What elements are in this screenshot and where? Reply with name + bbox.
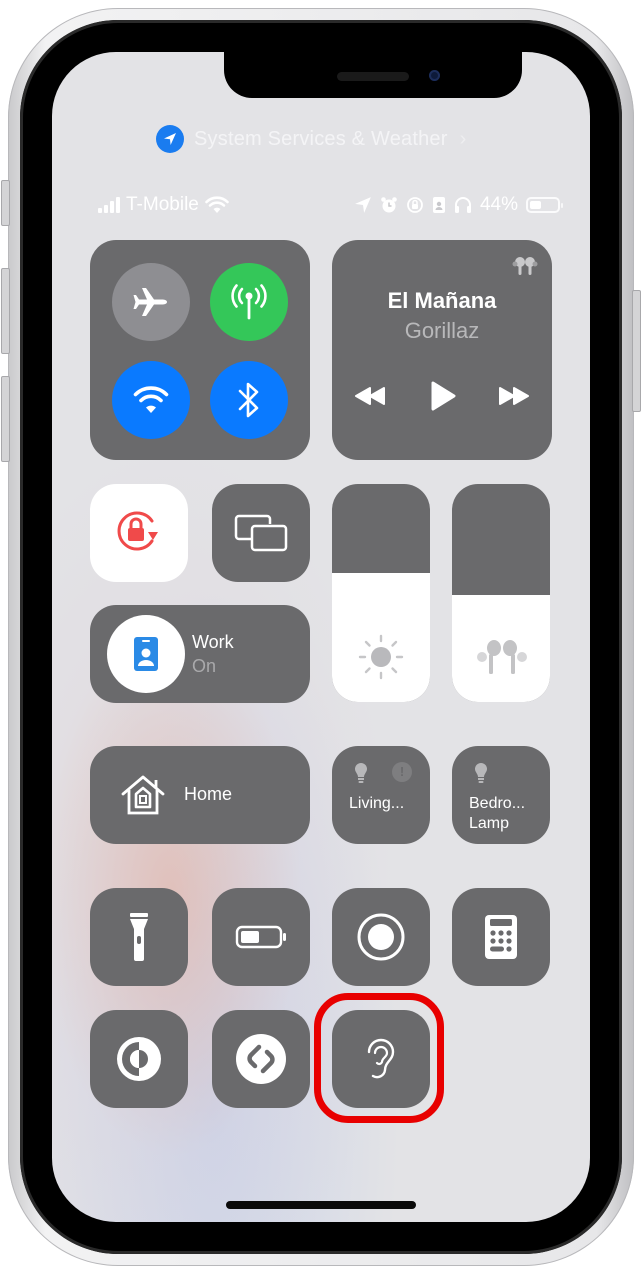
notch [224,52,522,98]
headphones-icon [454,197,471,213]
battery-low-power-icon [235,925,286,949]
orientation-lock-icon [117,511,158,551]
wifi-toggle[interactable] [112,361,190,439]
bluetooth-icon [238,382,259,418]
connectivity-module [90,240,310,460]
calculator-button[interactable] [452,888,550,986]
home-button[interactable]: Home [90,746,310,844]
mute-switch [1,180,10,226]
side-button [632,290,641,412]
screen-mirroring-icon [234,514,288,552]
battery-level [530,201,541,209]
battery-icon [526,197,563,213]
calculator-icon [485,915,517,959]
wifi-status-icon [205,196,229,213]
accessory-bedroom-lamp[interactable]: Bedro... Lamp [452,746,550,844]
alert-icon: ! [392,762,412,782]
artist-name: Gorillaz [404,318,480,343]
battery-percent: 44% [479,194,518,215]
accessory-living-room[interactable]: ! Living... [332,746,430,844]
screen-mirroring-button[interactable] [212,484,310,582]
screen-recording-button[interactable] [332,888,430,986]
chevron-right-icon: › [459,127,467,150]
orientation-lock-toggle[interactable] [90,484,188,582]
shazam-button[interactable] [212,1010,310,1108]
fast-forward-button[interactable] [498,386,530,406]
low-power-mode-button[interactable] [212,888,310,986]
volume-down-button [1,376,10,462]
front-camera [429,70,440,81]
location-banner-text: System Services & Weather [194,127,448,150]
location-arrow-icon [355,197,371,213]
flashlight-icon [130,913,148,961]
focus-title: Work [192,632,234,652]
lightbulb-icon [355,763,367,783]
focus-status: On [192,656,217,676]
location-banner[interactable]: System Services & Weather › [156,124,466,154]
wifi-icon [133,386,169,413]
signal-strength-icon [98,197,120,213]
flashlight-button[interactable] [90,888,188,986]
focus-icon-circle [107,615,185,693]
accessory-label: Living... [349,795,405,812]
home-icon [121,775,165,815]
focus-button[interactable]: Work On [90,605,310,703]
status-bar-right: 44% [354,192,563,218]
brightness-slider[interactable] [332,484,430,702]
alarm-icon [381,197,397,213]
play-button[interactable] [430,381,456,411]
dark-mode-button[interactable] [90,1010,188,1108]
work-badge-icon [134,637,158,671]
orientation-lock-icon [407,197,423,213]
accessory-label-line1: Bedro... [469,795,526,812]
airpods-pro-icon [477,640,527,674]
home-indicator[interactable] [226,1201,416,1209]
location-arrow-icon [156,125,184,153]
song-title: El Mañana [387,288,497,313]
carrier-name: T-Mobile [126,194,199,215]
rewind-button[interactable] [354,386,386,406]
cellular-antenna-icon [231,284,267,320]
volume-up-button [1,268,10,354]
cellular-data-toggle[interactable] [210,263,288,341]
status-bar-left: T-Mobile [98,192,229,218]
screen-record-icon [357,913,405,961]
airplane-mode-toggle[interactable] [112,263,190,341]
now-playing-module[interactable]: El Mañana Gorillaz [332,240,552,460]
focus-work-icon [432,197,445,213]
shazam-icon [236,1034,286,1084]
dark-mode-icon [117,1037,161,1081]
sun-icon [358,634,404,680]
airpods-icon[interactable] [512,256,538,276]
lightbulb-icon [475,763,487,783]
accessory-label-line2: Lamp [469,815,510,832]
bluetooth-toggle[interactable] [210,361,288,439]
earpiece-speaker [337,72,409,81]
airplane-icon [133,288,167,316]
hearing-highlight-ring [314,993,444,1123]
volume-slider[interactable] [452,484,550,702]
home-label: Home [184,784,233,804]
